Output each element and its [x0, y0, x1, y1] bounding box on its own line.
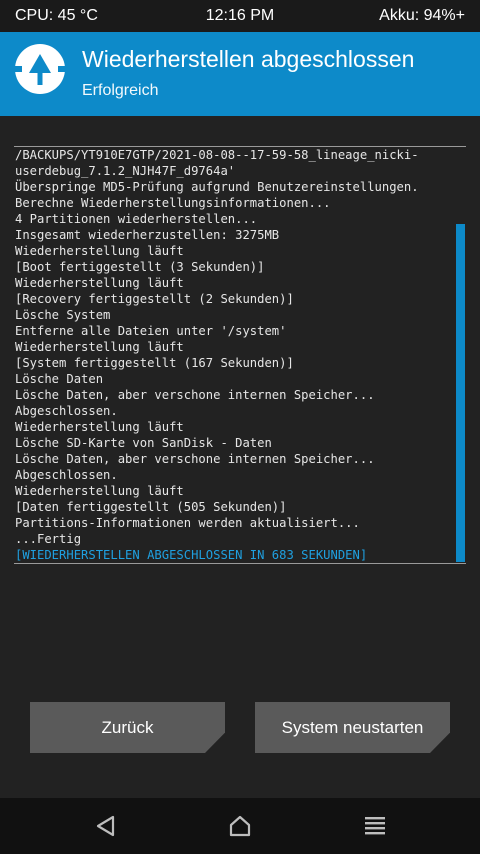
- back-button[interactable]: Zurück: [30, 702, 225, 753]
- console-line: ...Fertig: [15, 532, 82, 546]
- console-log[interactable]: /BACKUPS/YT910E7GTP/2021-08-08--17-59-58…: [14, 146, 466, 564]
- header: Wiederherstellen abgeschlossen Erfolgrei…: [0, 32, 480, 116]
- menu-icon[interactable]: [363, 814, 387, 838]
- console-line: Wiederherstellung läuft: [15, 420, 184, 434]
- console-line: Lösche SD-Karte von SanDisk - Daten: [15, 436, 272, 450]
- battery-status: Akku: 94%+: [379, 7, 465, 24]
- page-title: Wiederherstellen abgeschlossen: [82, 46, 415, 72]
- console-line: Abgeschlossen.: [15, 404, 118, 418]
- console-line: Wiederherstellung läuft: [15, 340, 184, 354]
- console-line: Wiederherstellung läuft: [15, 276, 184, 290]
- console-line: Berechne Wiederherstellungsinformationen…: [15, 196, 331, 210]
- console-line: Wiederherstellung läuft: [15, 244, 184, 258]
- console-line: [System fertiggestellt (167 Sekunden)]: [15, 356, 294, 370]
- navigation-bar: [0, 798, 480, 854]
- console-text: /BACKUPS/YT910E7GTP/2021-08-08--17-59-58…: [15, 147, 455, 563]
- console-line: Entferne alle Dateien unter '/system': [15, 324, 287, 338]
- page-subtitle: Erfolgreich: [82, 82, 159, 99]
- console-line: 4 Partitionen wiederherstellen...: [15, 212, 258, 226]
- console-line: Lösche Daten, aber verschone internen Sp…: [15, 452, 375, 466]
- home-icon[interactable]: [228, 814, 252, 838]
- console-scrollbar[interactable]: [456, 224, 465, 562]
- console-line: userdebug_7.1.2_NJH47F_d9764a': [15, 164, 236, 178]
- console-line: Lösche Daten: [15, 372, 104, 386]
- console-line: Partitions-Informationen werden aktualis…: [15, 516, 360, 530]
- console-line: Wiederherstellung läuft: [15, 484, 184, 498]
- twrp-logo-icon: [15, 44, 65, 94]
- console-line: Überspringe MD5-Prüfung aufgrund Benutze…: [15, 180, 419, 194]
- back-triangle-icon[interactable]: [94, 814, 118, 838]
- reboot-system-button[interactable]: System neustarten: [255, 702, 450, 753]
- console-line: Lösche System: [15, 308, 111, 322]
- console-line: Lösche Daten, aber verschone internen Sp…: [15, 388, 375, 402]
- console-line: /BACKUPS/YT910E7GTP/2021-08-08--17-59-58…: [15, 148, 419, 162]
- console-line: [Recovery fertiggestellt (2 Sekunden)]: [15, 292, 294, 306]
- console-line: [Daten fertiggestellt (505 Sekunden)]: [15, 500, 287, 514]
- console-final-line: [WIEDERHERSTELLEN ABGESCHLOSSEN IN 683 S…: [15, 548, 368, 562]
- console-line: Insgesamt wiederherzustellen: 3275MB: [15, 228, 280, 242]
- console-line: Abgeschlossen.: [15, 468, 118, 482]
- console-line: [Boot fertiggestellt (3 Sekunden)]: [15, 260, 265, 274]
- status-bar: CPU: 45 °C 12:16 PM Akku: 94%+: [0, 0, 480, 32]
